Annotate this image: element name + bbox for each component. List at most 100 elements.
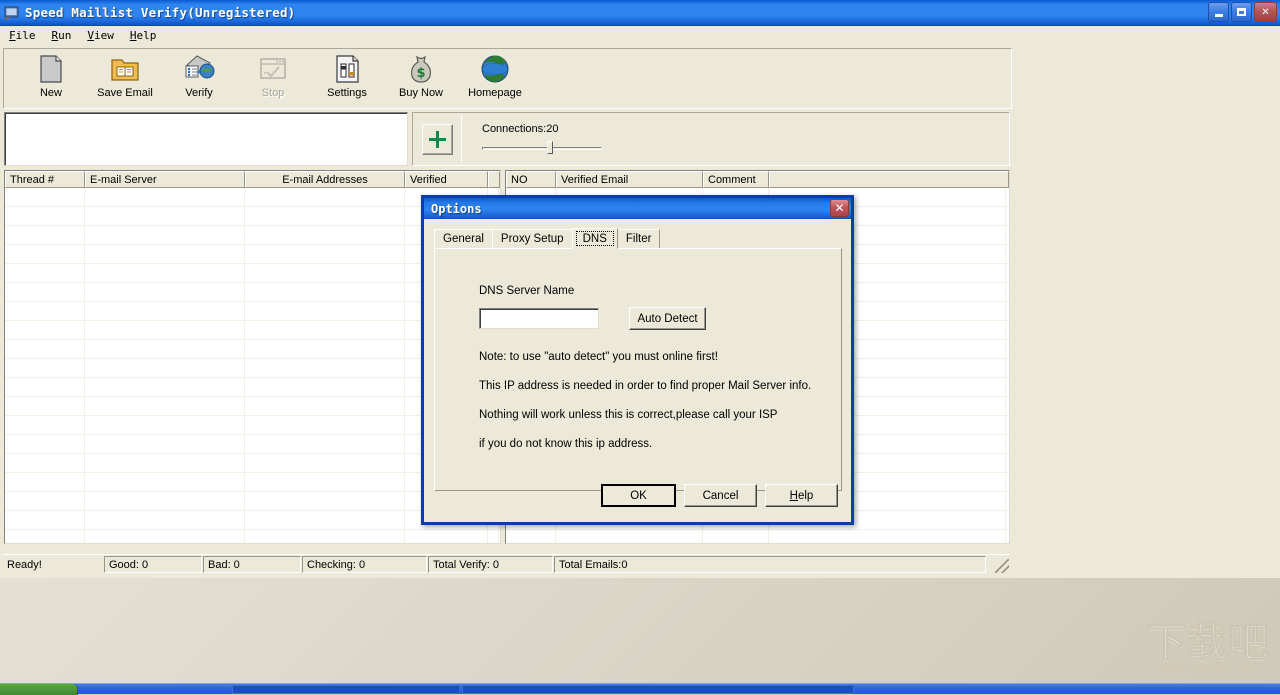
table-cell bbox=[5, 302, 85, 320]
resize-grip-icon[interactable] bbox=[995, 559, 1009, 573]
table-cell bbox=[245, 492, 405, 510]
table-cell bbox=[5, 226, 85, 244]
status-bad: Bad: 0 bbox=[203, 556, 301, 573]
connections-slider[interactable] bbox=[482, 141, 602, 155]
tab-proxy-setup[interactable]: Proxy Setup bbox=[492, 229, 573, 248]
toolbar-button-settings[interactable]: Settings bbox=[316, 53, 378, 107]
table-cell bbox=[5, 264, 85, 282]
ok-button[interactable]: OK bbox=[601, 484, 676, 507]
status-total-emails: Total Emails:0 bbox=[554, 556, 986, 573]
window-title: Speed Maillist Verify(Unregistered) bbox=[25, 5, 295, 20]
email-list-input[interactable] bbox=[4, 112, 408, 166]
column-header-email-server[interactable]: E-mail Server bbox=[85, 171, 245, 188]
tab-proxy-setup-label: Proxy Setup bbox=[501, 233, 564, 245]
close-button[interactable]: ✕ bbox=[1254, 2, 1277, 22]
table-cell bbox=[245, 454, 405, 472]
status-bar: Ready! Good: 0 Bad: 0 Checking: 0 Total … bbox=[3, 554, 1010, 574]
tab-general[interactable]: General bbox=[434, 229, 493, 248]
toolbar-label-buy-now: Buy Now bbox=[399, 87, 443, 99]
menu-item-run[interactable]: Run bbox=[50, 28, 80, 43]
auto-detect-button[interactable]: Auto Detect bbox=[629, 307, 706, 330]
table-cell bbox=[85, 473, 245, 491]
dns-server-name-label: DNS Server Name bbox=[479, 285, 841, 297]
table-cell bbox=[245, 511, 405, 529]
table-cell bbox=[85, 530, 245, 544]
minimize-button[interactable] bbox=[1208, 2, 1229, 22]
toolbar-button-homepage[interactable]: Homepage bbox=[464, 53, 526, 107]
watermark-url-text: www.xiazaiba.com bbox=[1160, 661, 1255, 673]
cancel-button[interactable]: Cancel bbox=[684, 484, 757, 507]
maximize-button[interactable] bbox=[1231, 2, 1252, 22]
tab-filter[interactable]: Filter bbox=[617, 229, 661, 248]
table-cell bbox=[85, 416, 245, 434]
toolbar-button-buy-now[interactable]: $ Buy Now bbox=[390, 53, 452, 107]
table-cell bbox=[85, 226, 245, 244]
table-cell bbox=[85, 245, 245, 263]
table-cell bbox=[85, 188, 245, 206]
status-good: Good: 0 bbox=[104, 556, 202, 573]
menu-item-view[interactable]: View bbox=[85, 28, 122, 43]
toolbar-button-save-email[interactable]: Save Email bbox=[94, 53, 156, 107]
tab-dns[interactable]: DNS bbox=[572, 228, 618, 249]
table-cell bbox=[85, 492, 245, 510]
taskbar-item-2[interactable] bbox=[462, 685, 854, 694]
help-button[interactable]: Help bbox=[765, 484, 838, 507]
table-row[interactable] bbox=[506, 530, 1009, 544]
table-cell bbox=[85, 378, 245, 396]
taskbar-item-1[interactable] bbox=[232, 685, 460, 694]
column-header-no[interactable]: NO bbox=[506, 171, 556, 188]
dialog-close-button[interactable]: ✕ bbox=[830, 199, 849, 217]
table-cell bbox=[245, 321, 405, 339]
dns-paragraph-3: if you do not know this ip address. bbox=[479, 438, 841, 450]
table-cell bbox=[5, 435, 85, 453]
toolbar: New Save Email bbox=[3, 48, 1012, 109]
dialog-title: Options bbox=[431, 202, 482, 216]
column-header-spacer-left bbox=[488, 171, 500, 188]
dns-tab-page: DNS Server Name Auto Detect Note: to use… bbox=[434, 248, 842, 491]
table-cell bbox=[245, 416, 405, 434]
table-cell bbox=[85, 207, 245, 225]
menu-bar: FFileile Run View Help bbox=[0, 26, 1280, 45]
toolbar-button-new[interactable]: New bbox=[20, 53, 82, 107]
globe-icon bbox=[479, 53, 511, 85]
windows-taskbar bbox=[0, 683, 1280, 694]
table-cell bbox=[245, 245, 405, 263]
table-cell bbox=[5, 416, 85, 434]
table-cell bbox=[85, 359, 245, 377]
dns-note-text: Note: to use "auto detect" you must onli… bbox=[479, 351, 841, 363]
status-ready: Ready! bbox=[3, 556, 103, 573]
settings-icon bbox=[331, 53, 363, 85]
menu-item-file[interactable]: FFileile bbox=[7, 28, 44, 43]
table-row[interactable] bbox=[5, 530, 500, 544]
table-cell bbox=[85, 321, 245, 339]
new-document-icon bbox=[35, 53, 67, 85]
table-cell bbox=[245, 283, 405, 301]
slider-thumb[interactable] bbox=[547, 141, 553, 154]
table-cell bbox=[405, 530, 488, 544]
column-header-email-addresses[interactable]: E-mail Addresses bbox=[245, 171, 405, 188]
column-header-thread[interactable]: Thread # bbox=[5, 171, 85, 188]
menu-item-help[interactable]: Help bbox=[128, 28, 165, 43]
table-cell bbox=[245, 359, 405, 377]
toolbar-button-verify[interactable]: Verify bbox=[168, 53, 230, 107]
table-cell bbox=[245, 188, 405, 206]
title-bar: Speed Maillist Verify(Unregistered) ✕ bbox=[0, 0, 1280, 26]
table-cell bbox=[5, 530, 85, 544]
dns-server-name-input[interactable] bbox=[479, 308, 599, 329]
table-cell bbox=[5, 340, 85, 358]
table-cell bbox=[85, 302, 245, 320]
column-header-comment[interactable]: Comment bbox=[703, 171, 769, 188]
tab-focus-rectangle bbox=[576, 231, 614, 246]
table-cell bbox=[85, 435, 245, 453]
column-header-verified-email[interactable]: Verified Email bbox=[556, 171, 703, 188]
table-cell bbox=[5, 207, 85, 225]
column-header-verified[interactable]: Verified bbox=[405, 171, 488, 188]
table-cell bbox=[703, 530, 769, 544]
table-cell bbox=[5, 492, 85, 510]
toolbar-label-homepage: Homepage bbox=[468, 87, 522, 99]
dialog-button-row: OK Cancel Help bbox=[424, 484, 851, 507]
start-button[interactable] bbox=[0, 684, 78, 695]
add-connection-button[interactable] bbox=[422, 124, 453, 155]
table-cell bbox=[245, 435, 405, 453]
window-controls: ✕ bbox=[1208, 2, 1277, 22]
